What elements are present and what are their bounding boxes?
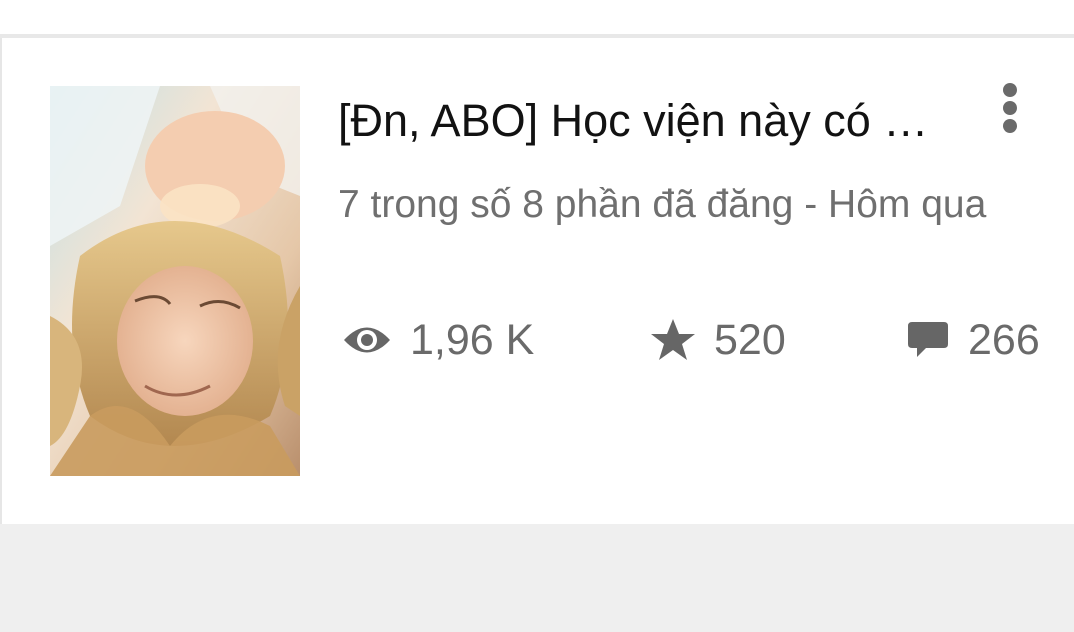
comment-bubble-icon	[906, 319, 950, 361]
votes-count: 520	[714, 316, 786, 364]
star-icon	[650, 318, 696, 362]
views-count: 1,96 K	[410, 316, 535, 364]
book-cover-illustration	[50, 86, 300, 476]
more-vertical-icon	[1003, 83, 1017, 133]
story-title[interactable]: [Đn, ABO] Học viện này có …	[338, 94, 948, 148]
views-stat: 1,96 K	[342, 314, 534, 366]
story-list-item[interactable]: [Đn, ABO] Học viện này có … 7 trong số 8…	[0, 38, 1074, 524]
votes-stat: 520	[650, 314, 786, 366]
previous-card	[0, 0, 1074, 34]
comments-stat: 266	[906, 314, 1040, 366]
more-options-button[interactable]	[990, 80, 1030, 140]
story-cover[interactable]	[50, 86, 300, 476]
story-parts-status: 7 trong số 8 phần đã đăng - Hôm qua	[338, 183, 987, 226]
eye-icon	[342, 323, 392, 357]
comments-count: 266	[968, 316, 1040, 364]
